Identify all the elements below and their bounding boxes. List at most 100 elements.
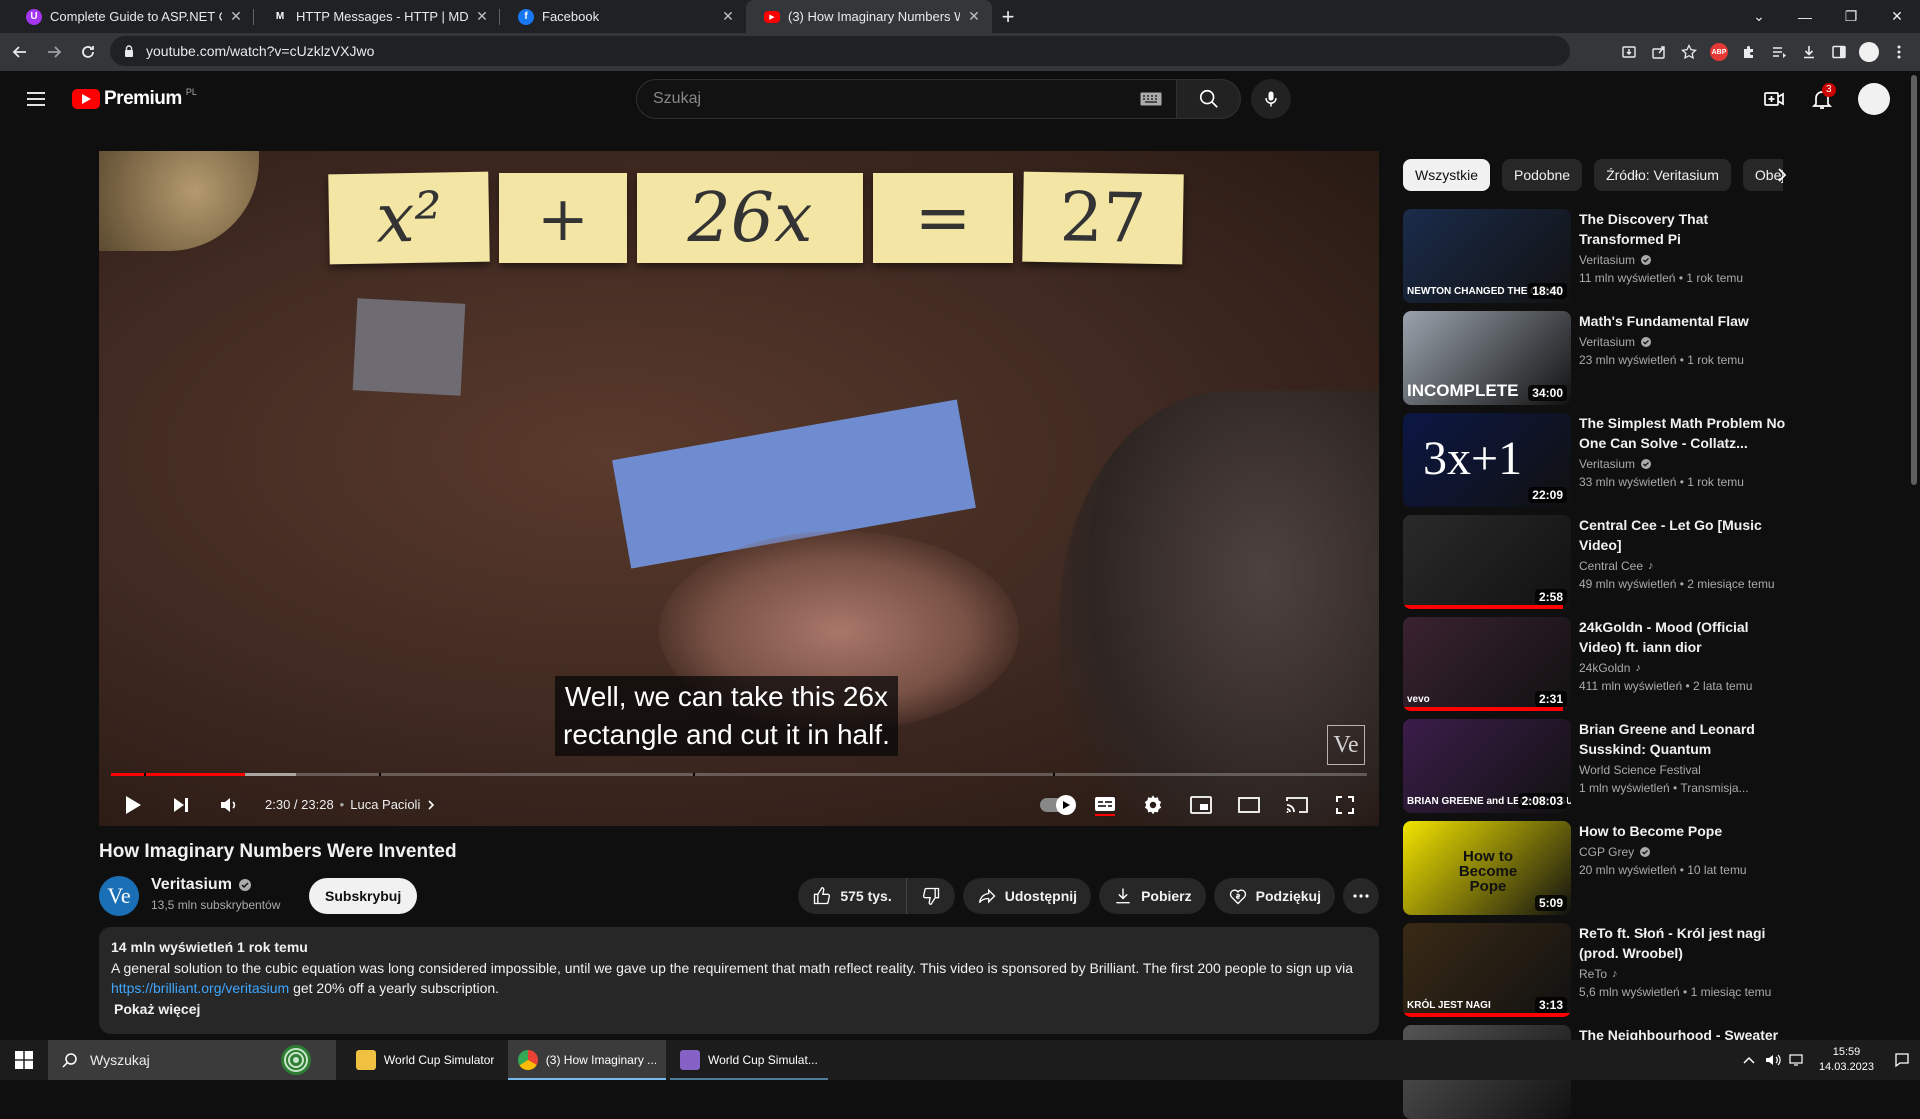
browser-tab[interactable]: f Facebook ✕: [500, 0, 746, 33]
taskbar-app[interactable]: World Cup Simulat...: [670, 1040, 828, 1080]
search-button[interactable]: [1177, 79, 1241, 119]
autoplay-toggle[interactable]: [1033, 783, 1081, 826]
show-more-button[interactable]: Pokaż więcej: [114, 1001, 1367, 1017]
like-button[interactable]: 575 tys.: [798, 878, 907, 914]
browser-tab[interactable]: U Complete Guide to ASP.NET Cor ✕: [8, 0, 254, 33]
back-button[interactable]: [6, 38, 34, 66]
download-video-button[interactable]: Pobierz: [1099, 878, 1206, 914]
rec-title[interactable]: Brian Greene and Leonard Susskind: Quant…: [1579, 719, 1789, 759]
recommendation-item[interactable]: How to Become Pope 5:09 How to Become Pop…: [1403, 821, 1793, 915]
taskbar-search[interactable]: Wyszukaj: [48, 1040, 336, 1080]
install-app-button[interactable]: [1614, 38, 1644, 66]
video-thumbnail[interactable]: 3x+1 22:09: [1403, 413, 1571, 507]
video-thumbnail[interactable]: KRÓL JEST NAGI 3:13: [1403, 923, 1571, 1017]
rec-title[interactable]: The Discovery That Transformed Pi: [1579, 209, 1789, 249]
recommendation-item[interactable]: INCOMPLETE 34:00 Math's Fundamental Flaw …: [1403, 311, 1793, 405]
filter-chip[interactable]: Źródło: Veritasium: [1594, 159, 1731, 191]
taskbar-clock[interactable]: 15:59 14.03.2023: [1819, 1045, 1874, 1075]
recommendation-item[interactable]: vevo 2:31 24kGoldn - Mood (Official Video…: [1403, 617, 1793, 711]
recommendation-item[interactable]: BRIAN GREENE and LEONARD SUSSKIND2:08:03…: [1403, 719, 1793, 813]
tab-search-button[interactable]: ⌄: [1736, 0, 1782, 33]
play-button[interactable]: [109, 783, 157, 826]
subtitles-button[interactable]: [1081, 783, 1129, 826]
volume-tray-button[interactable]: [1761, 1040, 1785, 1080]
notifications-button[interactable]: 3: [1802, 79, 1842, 119]
guide-menu-button[interactable]: [24, 87, 48, 111]
share-button[interactable]: [1644, 38, 1674, 66]
rec-channel[interactable]: ReTo ♪: [1579, 967, 1618, 981]
filter-chip[interactable]: Podobne: [1502, 159, 1583, 191]
video-player[interactable]: x² + 26x = 27 Ve Well, we can take this …: [99, 151, 1379, 826]
close-tab-icon[interactable]: ✕: [474, 8, 490, 25]
extensions-button[interactable]: [1734, 38, 1764, 66]
downloads-button[interactable]: [1794, 38, 1824, 66]
youtube-logo[interactable]: Premium PL: [72, 87, 197, 110]
rec-channel[interactable]: Veritasium: [1579, 335, 1652, 349]
dislike-button[interactable]: [907, 878, 955, 914]
miniplayer-button[interactable]: [1177, 783, 1225, 826]
voice-search-button[interactable]: [1251, 79, 1291, 119]
browser-tab[interactable]: M HTTP Messages - HTTP | MDN ✕: [254, 0, 500, 33]
filter-chip[interactable]: Wszystkie: [1403, 159, 1490, 191]
bookmark-button[interactable]: [1674, 38, 1704, 66]
share-video-button[interactable]: Udostępnij: [962, 878, 1092, 914]
network-tray-button[interactable]: [1785, 1040, 1809, 1080]
description-box[interactable]: 14 mln wyświetleń 1 rok temu A general s…: [99, 927, 1379, 1034]
close-tab-icon[interactable]: ✕: [966, 8, 982, 25]
chips-next-button[interactable]: [1766, 159, 1798, 191]
scrollbar-thumb[interactable]: [1911, 75, 1917, 485]
media-control-button[interactable]: [1764, 38, 1794, 66]
channel-name-link[interactable]: Veritasium: [151, 876, 252, 894]
cast-button[interactable]: [1273, 783, 1321, 826]
more-actions-button[interactable]: [1343, 878, 1379, 914]
progress-bar[interactable]: [111, 773, 1367, 776]
rec-title[interactable]: Central Cee - Let Go [Music Video]: [1579, 515, 1789, 555]
profile-button[interactable]: [1854, 38, 1884, 66]
recommendation-item[interactable]: 2:58 Central Cee - Let Go [Music Video] …: [1403, 515, 1793, 609]
recommendation-item[interactable]: KRÓL JEST NAGI 3:13 ReTo ft. Słoń - Król …: [1403, 923, 1793, 1017]
rec-channel[interactable]: World Science Festival: [1579, 763, 1701, 777]
keyboard-icon[interactable]: [1140, 92, 1162, 106]
minimize-button[interactable]: —: [1782, 0, 1828, 33]
rec-title[interactable]: ReTo ft. Słoń - Król jest nagi (prod. Wr…: [1579, 923, 1789, 963]
close-tab-icon[interactable]: ✕: [228, 8, 244, 25]
video-thumbnail[interactable]: INCOMPLETE 34:00: [1403, 311, 1571, 405]
chevron-right-icon[interactable]: [426, 799, 436, 811]
forward-button[interactable]: [40, 38, 68, 66]
close-tab-icon[interactable]: ✕: [720, 8, 736, 25]
rec-channel[interactable]: CGP Grey: [1579, 845, 1651, 859]
recommendation-item[interactable]: NEWTON CHANGED THE GAME 18:40 The Discove…: [1403, 209, 1793, 303]
page-scrollbar[interactable]: [1908, 71, 1920, 1039]
rec-title[interactable]: Math's Fundamental Flaw: [1579, 311, 1789, 331]
video-thumbnail[interactable]: 2:58: [1403, 515, 1571, 609]
new-tab-button[interactable]: +: [992, 0, 1024, 33]
side-panel-button[interactable]: [1824, 38, 1854, 66]
restore-button[interactable]: ❐: [1828, 0, 1874, 33]
channel-avatar[interactable]: Ve: [99, 876, 139, 916]
video-thumbnail[interactable]: How to Become Pope 5:09: [1403, 821, 1571, 915]
subscribe-button[interactable]: Subskrybuj: [309, 878, 418, 914]
adblock-extension[interactable]: ABP: [1704, 38, 1734, 66]
reload-button[interactable]: [74, 38, 102, 66]
create-button[interactable]: [1754, 79, 1794, 119]
video-thumbnail[interactable]: vevo 2:31: [1403, 617, 1571, 711]
notification-center-button[interactable]: [1884, 1040, 1920, 1080]
lock-icon[interactable]: [122, 44, 136, 58]
rec-title[interactable]: 24kGoldn - Mood (Official Video) ft. ian…: [1579, 617, 1789, 657]
thanks-button[interactable]: Podziękuj: [1213, 878, 1335, 914]
browser-menu-button[interactable]: [1884, 38, 1914, 66]
chapter-title[interactable]: Luca Pacioli: [350, 797, 420, 812]
taskbar-app[interactable]: World Cup Simulator: [346, 1040, 504, 1080]
recommendation-item[interactable]: 3x+1 22:09 The Simplest Math Problem No O…: [1403, 413, 1793, 507]
account-avatar[interactable]: [1858, 83, 1890, 115]
brilliant-link[interactable]: https://brilliant.org/veritasium: [111, 980, 289, 996]
browser-tab[interactable]: ▶ (3) How Imaginary Numbers Wer ✕: [746, 0, 992, 33]
settings-button[interactable]: [1129, 783, 1177, 826]
video-thumbnail[interactable]: NEWTON CHANGED THE GAME 18:40: [1403, 209, 1571, 303]
video-thumbnail[interactable]: BRIAN GREENE and LEONARD SUSSKIND2:08:03: [1403, 719, 1571, 813]
rec-title[interactable]: The Simplest Math Problem No One Can Sol…: [1579, 413, 1789, 453]
search-input[interactable]: [653, 90, 1140, 108]
mute-button[interactable]: [205, 783, 253, 826]
next-button[interactable]: [157, 783, 205, 826]
theater-mode-button[interactable]: [1225, 783, 1273, 826]
